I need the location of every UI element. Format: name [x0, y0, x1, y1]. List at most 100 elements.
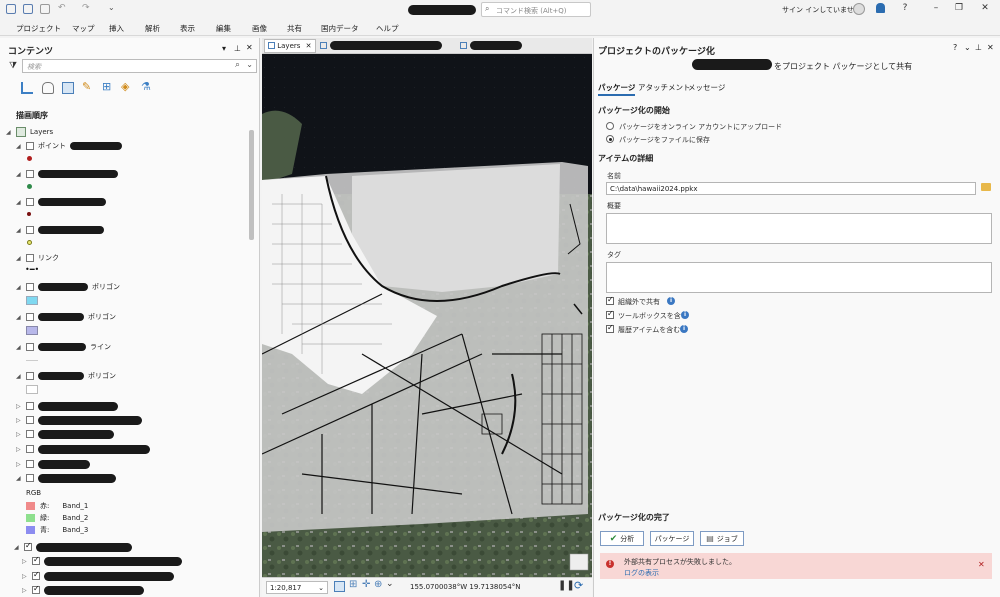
layer-item[interactable]: ◢ [14, 541, 132, 553]
name-field[interactable]: C:\data\hawaii2024.ppkx [606, 182, 976, 195]
layer-item[interactable]: ◢ ポリゴン [16, 281, 120, 293]
tab-attachments[interactable]: アタッチメント [638, 82, 691, 93]
refresh-icon[interactable]: ⟳ [574, 579, 583, 592]
layer-item[interactable]: ▷ [22, 555, 182, 567]
avatar[interactable] [853, 3, 865, 15]
tab-redacted[interactable] [330, 41, 442, 50]
scale-select[interactable]: 1:20,817 ⌄ [266, 581, 328, 594]
chevron-down-icon[interactable]: ⌄ [246, 60, 253, 69]
notification-bell-icon[interactable] [876, 3, 885, 13]
include-toolbox-checkbox[interactable] [606, 309, 614, 319]
tab-project[interactable]: プロジェクト [16, 23, 61, 34]
chevron-down-icon[interactable]: ⌄ [386, 579, 394, 589]
layer-item[interactable]: ▷ [16, 414, 142, 426]
layer-item[interactable]: ▷ [22, 584, 144, 596]
undo-icon[interactable]: ↶ [58, 3, 66, 13]
tab-domestic-data[interactable]: 国内データ [321, 23, 359, 34]
pin-icon[interactable]: ⊥ [234, 44, 241, 53]
layer-item[interactable]: ◢ [16, 168, 118, 180]
pane-menu-icon[interactable]: ⌄ [964, 43, 971, 52]
list-by-labeling-icon[interactable]: ◈ [121, 80, 133, 93]
tab-map[interactable]: マップ [72, 23, 95, 34]
close-pane-icon[interactable]: ✕ [987, 43, 994, 52]
package-button[interactable]: パッケージ [650, 531, 694, 546]
tab-package[interactable]: パッケージ [598, 82, 636, 96]
pause-drawing-icon[interactable]: ❚❚ [558, 580, 575, 591]
analyze-button[interactable]: ✔ 分析 [600, 531, 644, 546]
list-by-selection-icon[interactable] [62, 82, 74, 94]
nav-icon[interactable]: ⊕ [374, 579, 382, 590]
tab-help[interactable]: ヘルプ [376, 23, 399, 34]
layer-item[interactable]: ▷ [22, 570, 174, 582]
contents-search-input[interactable]: 検索 ⌕ ⌄ [22, 59, 257, 73]
redo-icon[interactable]: ↷ [82, 3, 90, 13]
close-tab-icon[interactable]: ✕ [306, 42, 312, 50]
info-icon[interactable]: i [680, 325, 688, 333]
close-pane-icon[interactable]: ✕ [246, 43, 253, 52]
jobs-button[interactable]: ▤ ジョブ [700, 531, 744, 546]
layer-item[interactable]: ◢ リンク [16, 252, 59, 264]
tab-messages[interactable]: メッセージ [688, 82, 725, 93]
pane-menu-icon[interactable]: ▾ [222, 44, 226, 53]
share-outside-checkbox[interactable] [606, 295, 614, 305]
tab-share[interactable]: 共有 [287, 23, 302, 34]
restore-button[interactable]: ❐ [952, 3, 966, 15]
tab-layers[interactable]: Layers ✕ [264, 39, 316, 53]
open-project-icon[interactable] [23, 4, 33, 14]
expand-icon[interactable]: ◢ [6, 129, 12, 136]
help-icon[interactable]: ? [898, 3, 912, 15]
point-symbol [27, 156, 32, 161]
grid-icon[interactable]: ⊞ [349, 579, 357, 590]
layer-root[interactable]: ◢ Layers [6, 126, 53, 138]
layer-item[interactable]: ◢ [16, 196, 106, 208]
layer-item[interactable]: ◢ ポリゴン [16, 311, 116, 323]
layer-item[interactable]: ◢ ポイント [16, 140, 122, 152]
save-to-file-radio[interactable] [606, 135, 614, 143]
tab-view[interactable]: 表示 [180, 23, 195, 34]
filter-icon[interactable]: ⧩ [9, 61, 17, 71]
upload-online-radio[interactable] [606, 122, 614, 130]
layer-item[interactable]: ◢ [16, 224, 104, 236]
include-history-checkbox[interactable] [606, 323, 614, 333]
layer-item[interactable]: ▷ [16, 443, 150, 455]
close-icon[interactable]: ✕ [978, 560, 985, 569]
info-icon[interactable]: i [667, 297, 675, 305]
list-by-snapping-icon[interactable]: ⊞ [102, 80, 114, 93]
layer-item[interactable]: ▷ [16, 458, 90, 470]
tab-insert[interactable]: 挿入 [109, 23, 124, 34]
list-by-charts-icon[interactable]: ⚗ [141, 80, 153, 93]
list-by-editing-icon[interactable]: ✎ [82, 80, 94, 93]
folder-icon[interactable] [981, 183, 991, 191]
minimize-button[interactable]: – [929, 3, 943, 15]
new-project-icon[interactable] [6, 4, 16, 14]
save-icon[interactable] [40, 4, 50, 14]
close-window-button[interactable]: ✕ [978, 3, 992, 15]
list-by-data-source-icon[interactable] [42, 82, 54, 94]
layer-item[interactable]: ▷ [16, 400, 118, 412]
pin-icon[interactable]: ⊥ [975, 43, 982, 52]
tab-imagery[interactable]: 画像 [252, 23, 267, 34]
help-icon[interactable]: ? [953, 43, 957, 52]
point-symbol [27, 212, 31, 216]
tab-redacted[interactable] [470, 41, 522, 50]
layer-item[interactable]: ◢ ポリゴン [16, 370, 116, 382]
summary-field[interactable] [606, 213, 992, 244]
layer-item[interactable]: ◢ ライン [16, 341, 111, 353]
list-by-drawing-order-icon[interactable] [21, 82, 33, 94]
tab-edit[interactable]: 編集 [216, 23, 231, 34]
customize-quick-access-icon[interactable]: ⌄ [108, 3, 115, 12]
view-log-link[interactable]: ログの表示 [624, 568, 659, 578]
map-canvas[interactable] [262, 54, 592, 577]
contents-scrollbar[interactable] [249, 130, 254, 240]
snapping-icon[interactable]: ✛ [362, 579, 370, 590]
tab-analysis[interactable]: 解析 [145, 23, 160, 34]
signin-status[interactable]: サイン インしていません [782, 5, 861, 15]
tags-field[interactable] [606, 262, 992, 293]
layer-item[interactable]: ◢ [16, 472, 116, 484]
band-row: 赤: Band_1 [26, 501, 88, 511]
command-search-input[interactable]: ⌕ コマンド検索 (Alt+Q) [481, 2, 591, 17]
layer-item[interactable]: ▷ [16, 428, 114, 440]
package-project-pane: プロジェクトのパッケージ化 ? ⌄ ⊥ ✕ をプロジェクト パッケージとして共有… [593, 38, 1000, 597]
fixed-scale-icon[interactable] [334, 581, 345, 592]
info-icon[interactable]: i [681, 311, 689, 319]
